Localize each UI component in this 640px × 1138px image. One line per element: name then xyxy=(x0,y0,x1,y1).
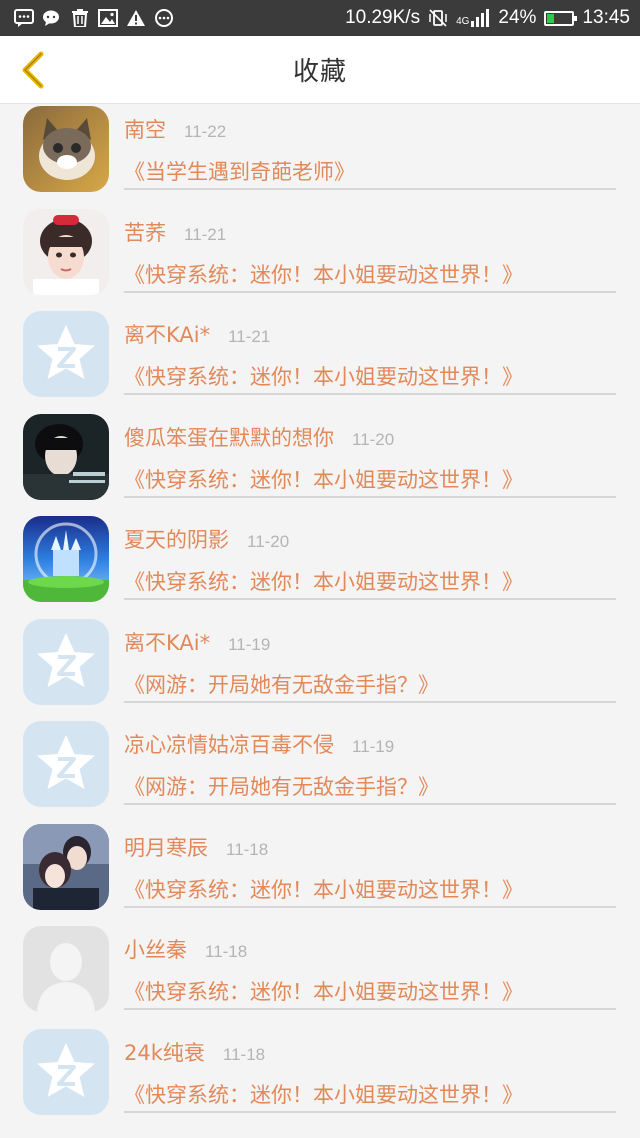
item-date: 11-20 xyxy=(352,429,395,449)
divider xyxy=(124,803,616,805)
image-icon xyxy=(98,9,118,27)
user-name[interactable]: 傻瓜笨蛋在默默的想你 xyxy=(124,422,334,452)
boy-avatar[interactable] xyxy=(23,413,109,500)
divider xyxy=(124,905,616,908)
item-date: 11-19 xyxy=(228,634,271,654)
item-date: 11-21 xyxy=(184,224,227,244)
user-name[interactable]: 凉心凉情姑凉百毒不侵 xyxy=(124,729,334,759)
book-title[interactable]: 《快穿系统：迷你！本小姐要动这世界！》 xyxy=(124,874,523,904)
network-type: 4G xyxy=(456,16,470,27)
divider xyxy=(124,495,616,498)
item-meta: 夏天的阴影 11-20 xyxy=(124,524,289,554)
item-meta: 傻瓜笨蛋在默默的想你 11-20 xyxy=(124,422,394,452)
battery-percent: 24% xyxy=(498,7,537,28)
castle-avatar[interactable] xyxy=(23,516,109,602)
list-item[interactable]: 苦荞 11-21 《快穿系统：迷你！本小姐要动这世界！》 xyxy=(0,207,640,310)
user-name[interactable]: 离不KAi* xyxy=(124,319,210,349)
book-title[interactable]: 《快穿系统：迷你！本小姐要动这世界！》 xyxy=(124,976,523,1006)
network-speed: 10.29K/s xyxy=(345,7,421,28)
app-header: 收藏 xyxy=(0,36,640,104)
user-name[interactable]: 苦荞 xyxy=(124,217,166,247)
item-meta: 小丝秦 11-18 xyxy=(124,934,247,964)
book-title[interactable]: 《当学生遇到奇葩老师》 xyxy=(124,156,355,186)
notification-icons xyxy=(14,9,174,27)
item-date: 11-18 xyxy=(205,942,248,961)
item-date: 11-18 xyxy=(226,839,269,859)
list-item[interactable]: 离不KAi* 11-19 《网游：开局她有无敌金手指？》 xyxy=(0,617,640,720)
page-title: 收藏 xyxy=(292,57,347,87)
item-meta: 苦荞 11-21 xyxy=(124,217,226,247)
list-item[interactable]: 小丝秦 11-18 《快穿系统：迷你！本小姐要动这世界！》 xyxy=(0,924,640,1027)
battery-level xyxy=(547,13,554,23)
book-title[interactable]: 《快穿系统：迷你！本小姐要动这世界！》 xyxy=(124,361,523,391)
signal-icon: 4G xyxy=(456,9,490,27)
item-date: 11-18 xyxy=(222,1044,266,1064)
user-name[interactable]: 离不KAi* xyxy=(124,627,210,657)
user-name[interactable]: 夏天的阴影 xyxy=(124,524,229,554)
list-item[interactable]: 24k纯衰 11-18 《快穿系统：迷你！本小姐要动这世界！》 xyxy=(0,1027,640,1130)
book-title[interactable]: 《网游：开局她有无敌金手指？》 xyxy=(124,771,439,801)
divider xyxy=(124,700,616,703)
item-date: 11-21 xyxy=(228,327,271,346)
item-meta: 24k纯衰 11-18 xyxy=(124,1037,265,1067)
divider xyxy=(124,290,616,293)
trash-icon xyxy=(70,9,90,27)
cat-avatar[interactable] xyxy=(23,106,109,192)
divider xyxy=(124,393,616,395)
user-name[interactable]: 24k纯衰 xyxy=(124,1037,205,1067)
divider xyxy=(124,188,616,190)
list-item[interactable]: 傻瓜笨蛋在默默的想你 11-20 《快穿系统：迷你！本小姐要动这世界！》 xyxy=(0,412,640,515)
message-icon xyxy=(14,9,34,27)
girl-avatar[interactable] xyxy=(23,208,109,295)
status-bar: 10.29K/s 4G 24% 13:45 xyxy=(0,0,640,36)
book-title[interactable]: 《快穿系统：迷你！本小姐要动这世界！》 xyxy=(124,259,523,289)
warning-icon xyxy=(126,9,146,27)
vibrate-icon xyxy=(428,9,448,27)
favorites-list: 南空 11-22 《当学生遇到奇葩老师》 苦荞 11-21 《快穿系统：迷你！本… xyxy=(0,104,640,1138)
book-title[interactable]: 《快穿系统：迷你！本小姐要动这世界！》 xyxy=(124,1079,523,1109)
wechat-icon xyxy=(42,9,62,27)
item-meta: 明月寒辰 11-18 xyxy=(124,832,268,862)
divider xyxy=(124,598,616,600)
status-right: 10.29K/s 4G 24% 13:45 xyxy=(345,7,630,29)
book-title[interactable]: 《网游：开局她有无敌金手指？》 xyxy=(124,669,439,699)
list-item[interactable]: 凉心凉情姑凉百毒不侵 11-19 《网游：开局她有无敌金手指？》 xyxy=(0,719,640,822)
qq-avatar-icon[interactable] xyxy=(23,618,109,705)
item-meta: 南空 11-22 xyxy=(124,114,226,144)
item-date: 11-22 xyxy=(184,122,227,141)
user-name[interactable]: 明月寒辰 xyxy=(124,832,208,862)
qq-avatar-icon[interactable] xyxy=(23,1028,109,1115)
item-date: 11-20 xyxy=(247,532,290,551)
user-name[interactable]: 南空 xyxy=(124,114,166,144)
back-button[interactable] xyxy=(10,48,54,92)
list-item[interactable]: 夏天的阴影 11-20 《快穿系统：迷你！本小姐要动这世界！》 xyxy=(0,514,640,617)
list-item[interactable]: 离不KAi* 11-21 《快穿系统：迷你！本小姐要动这世界！》 xyxy=(0,309,640,412)
divider xyxy=(124,1008,616,1010)
item-meta: 凉心凉情姑凉百毒不侵 11-19 xyxy=(124,729,394,759)
item-meta: 离不KAi* 11-21 xyxy=(124,319,270,349)
list-item[interactable]: 南空 11-22 《当学生遇到奇葩老师》 xyxy=(0,104,640,207)
item-date: 11-19 xyxy=(352,737,395,756)
couple-avatar[interactable] xyxy=(23,823,109,910)
clock: 13:45 xyxy=(582,7,630,28)
default-avatar-icon[interactable] xyxy=(23,926,109,1012)
qq-avatar-icon[interactable] xyxy=(23,311,109,397)
item-meta: 离不KAi* 11-19 xyxy=(124,627,270,657)
book-title[interactable]: 《快穿系统：迷你！本小姐要动这世界！》 xyxy=(124,566,523,596)
qq-avatar-icon[interactable] xyxy=(23,721,109,807)
book-title[interactable]: 《快穿系统：迷你！本小姐要动这世界！》 xyxy=(124,464,523,494)
list-item[interactable]: 明月寒辰 11-18 《快穿系统：迷你！本小姐要动这世界！》 xyxy=(0,822,640,925)
divider xyxy=(124,1110,616,1113)
chevron-left-icon xyxy=(22,51,44,89)
battery-icon xyxy=(544,10,578,26)
more-icon xyxy=(154,9,174,27)
user-name[interactable]: 小丝秦 xyxy=(124,934,187,964)
